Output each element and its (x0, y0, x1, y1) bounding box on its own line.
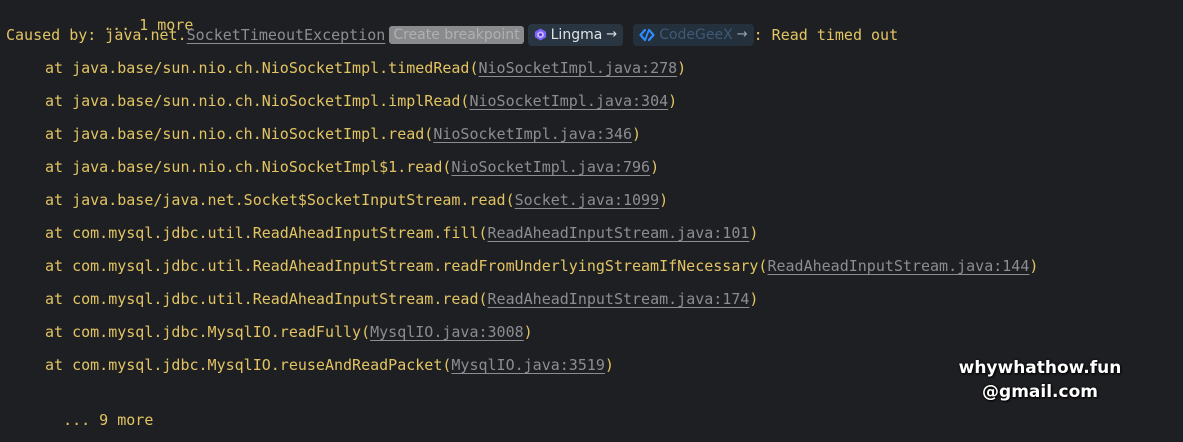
frame-source-link[interactable]: ReadAheadInputStream.java:101 (488, 224, 750, 242)
create-breakpoint-button[interactable]: Create breakpoint (389, 25, 524, 44)
arrow-right-icon: → (606, 26, 618, 42)
stack-frame: at com.mysql.jdbc.util.ReadAheadInputStr… (0, 222, 758, 244)
exception-message: : Read timed out (753, 26, 899, 44)
frame-close: ) (668, 92, 678, 110)
frame-source-link[interactable]: NioSocketImpl.java:304 (469, 92, 668, 110)
frame-close: ) (659, 191, 669, 209)
frame-source-link[interactable]: NioSocketImpl.java:346 (433, 125, 632, 143)
frame-method: at com.mysql.jdbc.MysqlIO.readFully( (45, 323, 371, 341)
stack-frame: at com.mysql.jdbc.MysqlIO.reuseAndReadPa… (0, 354, 614, 376)
frame-method: at com.mysql.jdbc.util.ReadAheadInputStr… (45, 224, 488, 242)
truncated-text: ... 9 more (63, 411, 154, 429)
frame-method: at java.base/sun.nio.ch.NioSocketImpl.im… (45, 92, 470, 110)
frame-source-link[interactable]: MysqlIO.java:3008 (370, 323, 524, 341)
codegeex-button[interactable]: CodeGeeX → (633, 23, 754, 46)
lingma-logo-icon (534, 28, 546, 41)
codegeex-label: CodeGeeX (659, 26, 733, 43)
truncated-frames-bottom: ... 9 more (0, 387, 153, 429)
frame-method: at java.base/sun.nio.ch.NioSocketImpl.ti… (45, 59, 479, 77)
frame-method: at com.mysql.jdbc.MysqlIO.reuseAndReadPa… (45, 356, 452, 374)
frame-close: ) (749, 290, 759, 308)
frame-close: ) (677, 59, 687, 77)
frame-close: ) (1029, 257, 1039, 275)
caused-by-line: Caused by: java.net.SocketTimeoutExcepti… (0, 23, 899, 46)
lingma-label: Lingma (550, 26, 603, 43)
stack-frame: at com.mysql.jdbc.MysqlIO.readFully(Mysq… (0, 321, 533, 343)
codegeex-logo-icon (639, 28, 655, 41)
caused-by-prefix: Caused by: java.net. (6, 26, 187, 44)
lingma-button[interactable]: Lingma → (527, 23, 624, 46)
stack-frame: at com.mysql.jdbc.util.ReadAheadInputStr… (0, 288, 758, 310)
frame-source-link[interactable]: ReadAheadInputStream.java:174 (488, 290, 750, 308)
frame-close: ) (749, 224, 759, 242)
truncated-frames-top: ... 1 more (0, 0, 193, 34)
frame-method: at java.base/sun.nio.ch.NioSocketImpl.re… (45, 125, 434, 143)
stack-frame: at java.base/sun.nio.ch.NioSocketImpl.im… (0, 90, 677, 112)
frame-source-link[interactable]: NioSocketImpl.java:796 (451, 158, 650, 176)
exception-class-link[interactable]: SocketTimeoutException (187, 26, 386, 44)
frame-method: at com.mysql.jdbc.util.ReadAheadInputStr… (45, 257, 768, 275)
stack-frame: at java.base/sun.nio.ch.NioSocketImpl.re… (0, 123, 641, 145)
frame-source-link[interactable]: NioSocketImpl.java:278 (478, 59, 677, 77)
frame-close: ) (650, 158, 660, 176)
watermark-line1: whywhathow.fun (958, 358, 1122, 378)
frame-method: at java.base/sun.nio.ch.NioSocketImpl$1.… (45, 158, 452, 176)
frame-method: at java.base/java.net.Socket$SocketInput… (45, 191, 515, 209)
stack-frame: at java.base/java.net.Socket$SocketInput… (0, 189, 668, 211)
frame-source-link[interactable]: ReadAheadInputStream.java:144 (767, 257, 1029, 275)
frame-source-link[interactable]: Socket.java:1099 (515, 191, 660, 209)
stack-frame: at java.base/sun.nio.ch.NioSocketImpl$1.… (0, 156, 659, 178)
frame-method: at com.mysql.jdbc.util.ReadAheadInputStr… (45, 290, 488, 308)
frame-close: ) (604, 356, 614, 374)
frame-source-link[interactable]: MysqlIO.java:3519 (451, 356, 605, 374)
stack-frame: at com.mysql.jdbc.util.ReadAheadInputStr… (0, 255, 1038, 277)
frame-close: ) (632, 125, 642, 143)
frame-close: ) (523, 323, 533, 341)
stack-frame: at java.base/sun.nio.ch.NioSocketImpl.ti… (0, 57, 686, 79)
watermark: whywhathow.fun @gmail.com (945, 356, 1135, 404)
watermark-line2: @gmail.com (982, 382, 1098, 402)
arrow-right-icon: → (736, 26, 748, 42)
